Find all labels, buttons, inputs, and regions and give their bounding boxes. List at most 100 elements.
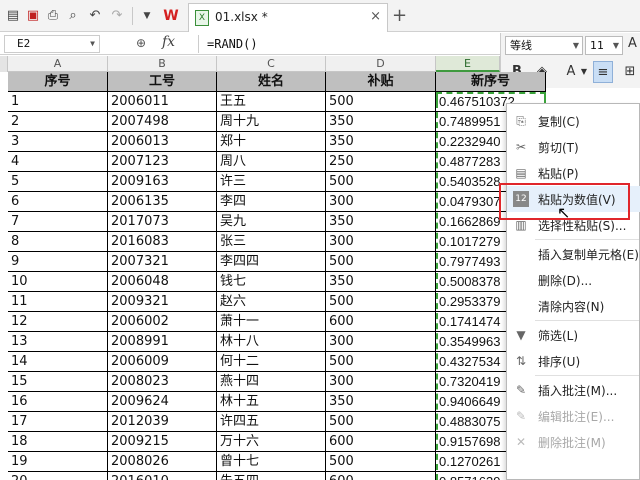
fx-icon[interactable]: fx <box>162 34 175 50</box>
table-cell-name[interactable]: 曾十七 <box>217 452 326 472</box>
chevron-down-icon[interactable]: ▼ <box>573 37 579 54</box>
chevron-down-icon[interactable]: ▼ <box>90 36 95 52</box>
print-preview-icon[interactable]: ⌕ <box>64 7 82 25</box>
table-cell-bonus[interactable]: 350 <box>326 112 436 132</box>
table-cell-id[interactable]: 2017073 <box>108 212 217 232</box>
formula-input[interactable]: =RAND() <box>198 35 498 53</box>
column-header-d[interactable]: D <box>326 56 436 72</box>
table-cell-name[interactable]: 林十五 <box>217 392 326 412</box>
table-cell-bonus[interactable]: 350 <box>326 212 436 232</box>
table-cell-name[interactable]: 周八 <box>217 152 326 172</box>
table-cell-bonus[interactable]: 350 <box>326 272 436 292</box>
header-cell[interactable]: 工号 <box>108 72 217 92</box>
table-cell-seq[interactable]: 17 <box>8 412 108 432</box>
column-header-a[interactable]: A <box>8 56 108 72</box>
chevron-down-icon[interactable]: ▼ <box>579 61 589 83</box>
dropdown-icon[interactable]: ▼ <box>138 7 156 25</box>
table-cell-id[interactable]: 2008991 <box>108 332 217 352</box>
add-tab-icon[interactable]: + <box>392 5 407 26</box>
table-cell-id[interactable]: 2008026 <box>108 452 217 472</box>
menu-item-9[interactable]: ⇅ 排序(U) <box>507 348 640 374</box>
table-cell-bonus[interactable]: 500 <box>326 252 436 272</box>
table-cell-seq[interactable]: 20 <box>8 472 108 480</box>
table-cell-bonus[interactable]: 500 <box>326 452 436 472</box>
table-cell-id[interactable]: 2007123 <box>108 152 217 172</box>
menu-item-2[interactable]: ▤ 粘贴(P) <box>507 160 640 186</box>
table-cell-seq[interactable]: 7 <box>8 212 108 232</box>
table-cell-id[interactable]: 2009624 <box>108 392 217 412</box>
menu-item-1[interactable]: ✂ 剪切(T) <box>507 134 640 160</box>
table-cell-id[interactable]: 2012039 <box>108 412 217 432</box>
document-tab[interactable]: X 01.xlsx * × <box>188 3 388 32</box>
table-cell-seq[interactable]: 1 <box>8 92 108 112</box>
table-cell-seq[interactable]: 14 <box>8 352 108 372</box>
table-cell-id[interactable]: 2006011 <box>108 92 217 112</box>
menu-item-7[interactable]: 清除内容(N) <box>507 293 640 319</box>
table-cell-id[interactable]: 2006048 <box>108 272 217 292</box>
header-cell[interactable]: 序号 <box>8 72 108 92</box>
table-cell-bonus[interactable]: 500 <box>326 352 436 372</box>
table-cell-seq[interactable]: 5 <box>8 172 108 192</box>
close-icon[interactable]: × <box>370 9 381 24</box>
table-cell-seq[interactable]: 9 <box>8 252 108 272</box>
header-cell[interactable]: 补贴 <box>326 72 436 92</box>
font-name-select[interactable]: 等线 ▼ <box>505 36 583 55</box>
table-cell-id[interactable]: 2016010 <box>108 472 217 480</box>
table-cell-bonus[interactable]: 500 <box>326 172 436 192</box>
table-cell-id[interactable]: 2009163 <box>108 172 217 192</box>
table-cell-name[interactable]: 王五 <box>217 92 326 112</box>
table-cell-name[interactable]: 万十六 <box>217 432 326 452</box>
menu-item-0[interactable]: ⎘ 复制(C) <box>507 108 640 134</box>
table-cell-seq[interactable]: 10 <box>8 272 108 292</box>
table-cell-id[interactable]: 2007321 <box>108 252 217 272</box>
header-cell[interactable]: 新序号 <box>436 72 546 92</box>
table-cell-id[interactable]: 2006013 <box>108 132 217 152</box>
menu-item-11[interactable]: ✎ 编辑批注(E)... <box>507 403 640 429</box>
table-cell-name[interactable]: 何十二 <box>217 352 326 372</box>
table-cell-id[interactable]: 2009321 <box>108 292 217 312</box>
pdf-export-icon[interactable]: ▣ <box>24 7 42 25</box>
table-cell-seq[interactable]: 8 <box>8 232 108 252</box>
column-header-b[interactable]: B <box>108 56 217 72</box>
table-cell-name[interactable]: 张三 <box>217 232 326 252</box>
table-cell-bonus[interactable]: 600 <box>326 312 436 332</box>
table-cell-bonus[interactable]: 600 <box>326 472 436 480</box>
table-cell-name[interactable]: 赵六 <box>217 292 326 312</box>
wps-logo-icon[interactable]: W <box>162 7 180 25</box>
redo-icon[interactable]: ↷ <box>108 7 126 25</box>
borders-icon[interactable]: ⊞ <box>621 61 639 83</box>
increase-font-button[interactable]: A <box>628 36 637 51</box>
table-cell-name[interactable]: 林十八 <box>217 332 326 352</box>
table-cell-seq[interactable]: 6 <box>8 192 108 212</box>
undo-icon[interactable]: ↶ <box>86 7 104 25</box>
table-cell-id[interactable]: 2016083 <box>108 232 217 252</box>
table-cell-id[interactable]: 2006009 <box>108 352 217 372</box>
table-cell-name[interactable]: 朱五四 <box>217 472 326 480</box>
print-icon[interactable]: ⎙ <box>44 7 62 25</box>
table-cell-bonus[interactable]: 300 <box>326 192 436 212</box>
table-cell-name[interactable]: 钱七 <box>217 272 326 292</box>
table-cell-bonus[interactable]: 500 <box>326 92 436 112</box>
table-cell-seq[interactable]: 18 <box>8 432 108 452</box>
table-cell-seq[interactable]: 19 <box>8 452 108 472</box>
table-cell-bonus[interactable]: 250 <box>326 152 436 172</box>
table-cell-seq[interactable]: 13 <box>8 332 108 352</box>
menu-item-4[interactable]: ▥ 选择性粘贴(S)... <box>507 212 640 238</box>
table-cell-name[interactable]: 许三 <box>217 172 326 192</box>
table-cell-seq[interactable]: 11 <box>8 292 108 312</box>
font-color-button[interactable]: A <box>563 61 579 83</box>
select-all-corner[interactable] <box>0 56 8 72</box>
table-cell-bonus[interactable]: 350 <box>326 132 436 152</box>
table-cell-bonus[interactable]: 300 <box>326 332 436 352</box>
header-cell[interactable]: 姓名 <box>217 72 326 92</box>
table-cell-seq[interactable]: 4 <box>8 152 108 172</box>
table-cell-id[interactable]: 2006135 <box>108 192 217 212</box>
table-cell-id[interactable]: 2007498 <box>108 112 217 132</box>
table-cell-seq[interactable]: 15 <box>8 372 108 392</box>
table-cell-name[interactable]: 李四 <box>217 192 326 212</box>
column-header-e[interactable]: E <box>436 56 500 72</box>
column-header-c[interactable]: C <box>217 56 326 72</box>
table-cell-bonus[interactable]: 600 <box>326 432 436 452</box>
chevron-down-icon[interactable]: ▼ <box>613 37 619 54</box>
table-cell-bonus[interactable]: 500 <box>326 412 436 432</box>
